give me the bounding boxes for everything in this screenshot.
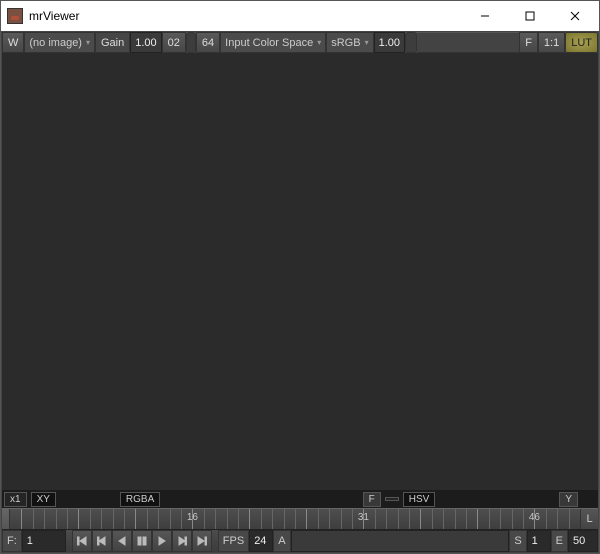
timeline-start-handle[interactable] [2, 509, 10, 529]
minimize-button[interactable] [462, 1, 507, 30]
end-field[interactable]: 50 [568, 530, 598, 552]
fps-label: FPS [218, 530, 249, 552]
window-buttons [462, 1, 597, 31]
color-space-value-dropdown[interactable]: sRGB ▾ [326, 32, 373, 53]
ics-label: Input Color Space [225, 37, 313, 49]
step-forward-button[interactable] [172, 530, 192, 552]
transport-bar: F: 1 FPS 24 A S 1 E 50 [2, 530, 598, 552]
lut-button[interactable]: LUT [565, 32, 598, 53]
gamma-field[interactable]: 1.00 [374, 32, 405, 53]
pixel-info-bar: x1 XY RGBA F HSV Y [2, 490, 598, 508]
one-to-one-button[interactable]: 1:1 [538, 32, 565, 53]
chevron-down-icon: ▾ [86, 38, 90, 47]
fps-field[interactable]: 24 [249, 530, 273, 552]
image-name-label: (no image) [29, 37, 82, 49]
client-area: W (no image) ▾ Gain 1.00 02 64 Input Col… [1, 31, 599, 553]
top-toolbar: W (no image) ▾ Gain 1.00 02 64 Input Col… [2, 32, 598, 53]
image-selector[interactable]: (no image) ▾ [24, 32, 95, 53]
close-button[interactable] [552, 1, 597, 30]
zoom-chip[interactable]: x1 [4, 492, 27, 507]
maximize-button[interactable] [507, 1, 552, 30]
chevron-down-icon: ▾ [317, 38, 321, 47]
window-title: mrViewer [29, 9, 462, 23]
transport-slider[interactable] [291, 530, 510, 552]
ics-value: sRGB [331, 37, 360, 49]
play-back-button[interactable] [112, 530, 132, 552]
start-field[interactable]: 1 [527, 530, 551, 552]
step-back-button[interactable] [92, 530, 112, 552]
exposure-step[interactable]: 02 [162, 32, 186, 53]
goto-start-button[interactable] [72, 530, 92, 552]
fit-button[interactable]: F [519, 32, 538, 53]
timeline-tick-label: 16 [187, 512, 198, 523]
titlebar[interactable]: mrViewer [1, 1, 599, 31]
gain-field[interactable]: 1.00 [130, 32, 161, 53]
timeline-track[interactable]: 16 31 46 [10, 509, 580, 529]
channels-chip[interactable]: RGBA [120, 492, 160, 507]
play-forward-button[interactable] [152, 530, 172, 552]
goto-end-button[interactable] [192, 530, 212, 552]
gamma-knob-icon[interactable] [405, 32, 417, 53]
app-icon [7, 8, 23, 24]
gain-label: Gain [95, 32, 130, 53]
a-label[interactable]: A [273, 530, 290, 552]
coord-mode-chip[interactable]: XY [31, 492, 56, 507]
chevron-down-icon: ▾ [365, 38, 369, 47]
exposure-value[interactable]: 64 [196, 32, 220, 53]
wipe-button[interactable]: W [2, 32, 24, 53]
pause-button[interactable] [132, 530, 152, 552]
hsv-chip[interactable]: HSV [403, 492, 436, 507]
frame-field[interactable]: 1 [22, 530, 66, 552]
timeline-tick-label: 46 [529, 512, 540, 523]
timeline-tick-label: 31 [358, 512, 369, 523]
input-color-space-dropdown[interactable]: Input Color Space ▾ [220, 32, 326, 53]
loop-button[interactable]: L [580, 509, 598, 529]
luma-chip[interactable]: Y [559, 492, 578, 507]
frame-label: F: [2, 530, 22, 552]
start-label: S [509, 530, 526, 552]
image-viewport[interactable] [2, 53, 598, 490]
app-window: mrViewer W (no image) ▾ Gain 1.00 02 [0, 0, 600, 554]
end-label: E [551, 530, 568, 552]
timeline[interactable]: 16 31 46 L [2, 508, 598, 530]
color-swatch [385, 497, 399, 501]
exposure-knob-icon[interactable] [186, 32, 196, 53]
float-toggle[interactable]: F [363, 492, 381, 507]
toolbar-spacer [417, 32, 519, 53]
